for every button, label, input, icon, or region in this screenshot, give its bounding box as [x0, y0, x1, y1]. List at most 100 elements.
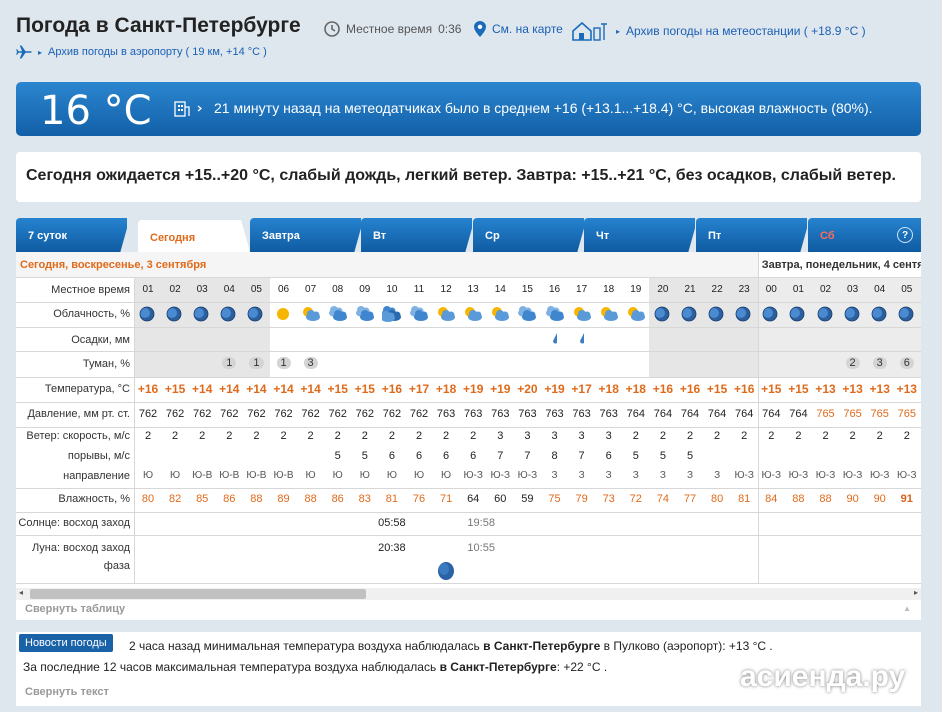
humidity-value: 74 [656, 493, 670, 505]
row-label-wind: Ветер: скорость, м/с [26, 430, 130, 442]
tab-7-days[interactable]: 7 суток [16, 218, 127, 252]
humidity-value: 91 [900, 493, 913, 505]
rain-drop-icon [578, 332, 586, 349]
temperature-value: +19 [463, 382, 484, 396]
cloud-clouds-icon [355, 305, 375, 326]
news-city: в Санкт-Петербурге [483, 639, 601, 653]
hour-label: 09 [359, 284, 371, 295]
row-divider [16, 302, 921, 303]
wind-speed-value: 3 [605, 430, 612, 442]
wind-direction-value: Ю [359, 470, 370, 481]
tab-label: Вт [373, 230, 387, 242]
wind-direction-value: Ю-З [761, 470, 782, 481]
local-time-value: 0:36 [438, 22, 462, 36]
pressure-value: 762 [247, 408, 266, 420]
wind-speed-value: 3 [578, 430, 585, 442]
pressure-value: 763 [464, 408, 483, 420]
wind-speed-value: 2 [253, 430, 260, 442]
map-pin-icon [474, 21, 486, 37]
pressure-value: 762 [193, 408, 212, 420]
hour-label: 17 [576, 284, 588, 295]
tab-tuesday[interactable]: Вт [361, 218, 472, 252]
cloud-suncloud-icon [463, 305, 483, 326]
humidity-value: 80 [141, 493, 155, 505]
tab-tomorrow[interactable]: Завтра [250, 218, 361, 252]
temperature-value: +16 [679, 382, 701, 396]
wind-speed-value: 2 [849, 430, 856, 442]
tab-friday[interactable]: Пт [696, 218, 807, 252]
scroll-right-icon[interactable]: ▸ [914, 588, 918, 597]
wind-direction-value: Ю [142, 470, 154, 481]
archive-airport-label: Архив погоды в аэропорту ( 19 км, +14 °C… [48, 46, 267, 58]
wind-gust-value: 5 [632, 450, 639, 462]
cloud-clouds-icon [545, 305, 565, 326]
wind-direction-value: З [551, 470, 558, 481]
fog-value: 1 [249, 357, 264, 369]
cloud-moon-icon [165, 305, 185, 326]
hour-label: 19 [630, 284, 642, 295]
hour-label: 10 [386, 284, 398, 295]
temperature-value: +15 [706, 382, 728, 396]
tab-thursday[interactable]: Чт [584, 218, 695, 252]
temperature-value: +14 [192, 382, 213, 396]
horizontal-scrollbar[interactable]: ◂ ▸ [16, 588, 921, 600]
archive-airport-link[interactable]: ▸ Архив погоды в аэропорту ( 19 км, +14 … [16, 45, 267, 59]
hour-label: 00 [765, 284, 777, 295]
pressure-value: 762 [382, 408, 402, 420]
humidity-value: 80 [710, 493, 724, 505]
wind-speed-value: 2 [226, 430, 233, 442]
pressure-value: 762 [355, 408, 374, 420]
humidity-value: 73 [602, 493, 615, 505]
wind-speed-value: 2 [172, 430, 179, 442]
collapse-arrow-icon[interactable]: ▲ [903, 604, 911, 613]
wind-speed-value: 2 [822, 430, 829, 442]
pressure-value: 764 [735, 408, 754, 420]
help-icon[interactable]: ? [897, 227, 913, 243]
wind-gust-value: 5 [686, 450, 694, 462]
cloud-moon-icon [870, 305, 890, 326]
wind-direction-value: Ю [305, 470, 316, 481]
cloud-suncloud-icon [490, 305, 510, 326]
temperature-value: +13 [869, 382, 890, 396]
wind-gust-value: 6 [388, 450, 395, 462]
hour-label: 13 [467, 284, 479, 295]
rain-drop-icon [551, 332, 559, 349]
wind-speed-value: 3 [551, 430, 558, 442]
scrollbar-thumb[interactable] [30, 589, 366, 599]
building-icon [174, 101, 203, 117]
wind-direction-value: З [659, 470, 666, 481]
cloud-moon-icon [192, 305, 212, 326]
wind-gust-value: 6 [470, 450, 477, 462]
collapse-text-link[interactable]: Свернуть текст [25, 686, 109, 698]
tab-wednesday[interactable]: Ср [473, 218, 584, 252]
temperature-value: +19 [490, 382, 511, 396]
scroll-left-icon[interactable]: ◂ [19, 588, 23, 597]
humidity-value: 76 [412, 493, 426, 505]
hourly-forecast-table: Сегодня, воскресенье, 3 сентября Завтра, … [16, 252, 921, 620]
temperature-value: +14 [246, 382, 267, 396]
hour-label: 02 [169, 284, 181, 295]
row-label-phase: фаза [103, 560, 130, 572]
humidity-value: 83 [358, 493, 371, 505]
hour-label: 12 [440, 284, 452, 295]
pressure-value: 764 [762, 408, 781, 420]
wind-speed-value: 2 [361, 430, 368, 442]
tab-saturday[interactable]: Сб ? [808, 218, 921, 252]
pressure-value: 765 [816, 408, 835, 420]
humidity-value: 84 [765, 493, 778, 505]
news-text: За последние 12 часов максимальная темпе… [23, 660, 437, 674]
humidity-value: 90 [846, 493, 859, 505]
temperature-value: +18 [625, 382, 646, 396]
row-divider [16, 488, 921, 489]
humidity-value: 88 [819, 493, 832, 505]
map-link[interactable]: См. на карте [474, 21, 563, 37]
archive-station-link[interactable]: ▸ Архив погоды на метеостанции ( +18.9 °… [572, 21, 866, 41]
hour-label: 06 [277, 284, 290, 295]
tab-today[interactable]: Сегодня [138, 220, 250, 252]
temperature-value: +13 [896, 382, 917, 396]
temperature-value: +14 [219, 382, 240, 396]
collapse-table-link[interactable]: Свернуть таблицу [25, 603, 125, 615]
pressure-value: 764 [680, 408, 700, 420]
humidity-value: 64 [467, 493, 480, 505]
cloud-suncloud-icon [626, 305, 646, 326]
